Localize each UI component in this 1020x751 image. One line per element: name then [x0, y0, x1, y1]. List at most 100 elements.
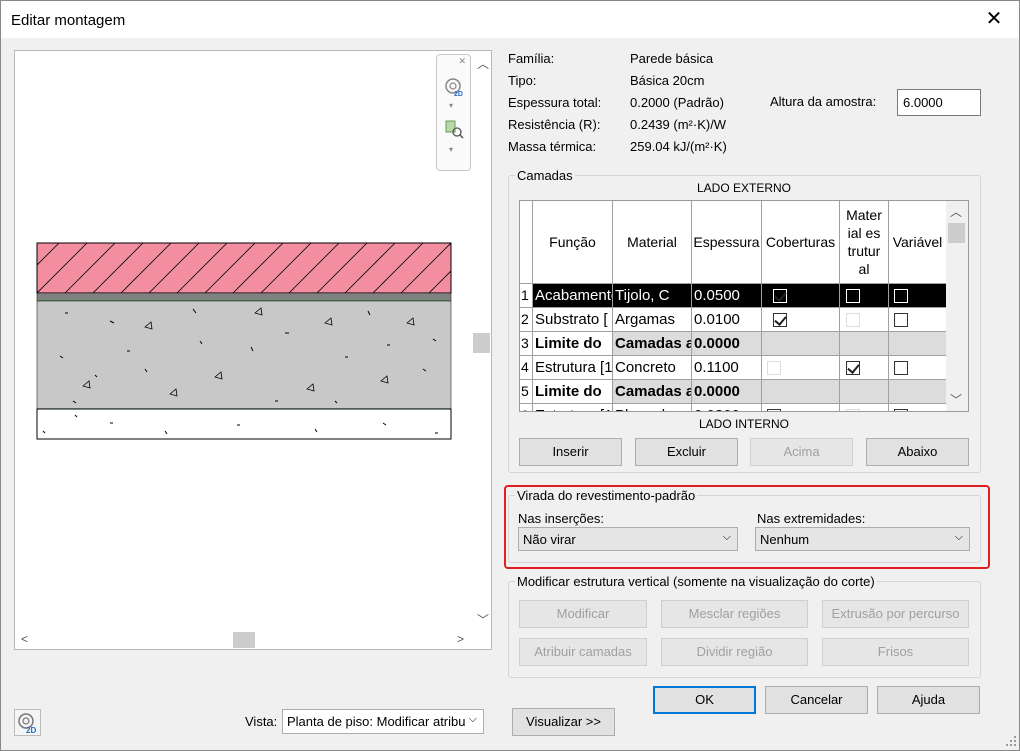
- help-button[interactable]: Ajuda: [877, 686, 980, 714]
- material-cell[interactable]: Concreto: [613, 356, 692, 380]
- function-cell[interactable]: Estrutura [1: [533, 356, 613, 380]
- scroll-thumb[interactable]: [473, 333, 490, 353]
- column-header-thickness[interactable]: Espessura: [692, 201, 762, 284]
- thickness-cell[interactable]: 0.1100: [692, 356, 762, 380]
- row-number: 5: [520, 380, 533, 404]
- resize-grip-icon[interactable]: [1005, 735, 1017, 747]
- navigation-wheel-icon[interactable]: 2D: [444, 77, 464, 97]
- structural-checkbox: [846, 409, 860, 411]
- scroll-up-icon[interactable]: ︿: [477, 55, 489, 72]
- navigation-wheel-button[interactable]: 2D: [14, 709, 41, 736]
- sample-height-input[interactable]: 6.0000: [897, 89, 981, 116]
- chevron-down-icon[interactable]: ▾: [449, 101, 453, 110]
- move-up-button[interactable]: Acima: [750, 438, 853, 466]
- merge-regions-button[interactable]: Mesclar regiões: [661, 600, 808, 628]
- column-header-function[interactable]: Função: [533, 201, 613, 284]
- scroll-thumb[interactable]: [233, 632, 255, 648]
- structural-cell: [840, 380, 889, 404]
- chevron-down-icon[interactable]: ▾: [449, 145, 453, 154]
- family-label: Família:: [508, 51, 555, 66]
- variable-checkbox[interactable]: [894, 361, 908, 375]
- view-dropdown[interactable]: Planta de piso: Modificar atribu ⌵: [282, 709, 484, 734]
- at-inserts-dropdown[interactable]: Não virar ⌵: [518, 527, 738, 551]
- scroll-down-icon[interactable]: ﹀: [477, 611, 489, 628]
- close-icon[interactable]: ✕: [983, 9, 1005, 31]
- material-cell[interactable]: Argamas: [613, 308, 692, 332]
- split-region-button[interactable]: Dividir região: [661, 638, 808, 666]
- preview-toggle-button[interactable]: Visualizar >>: [512, 708, 615, 736]
- wraps-checkbox[interactable]: [767, 409, 781, 411]
- column-header-material[interactable]: Material: [613, 201, 692, 284]
- insert-layer-button[interactable]: Inserir: [519, 438, 622, 466]
- layers-scrollbar[interactable]: ︿ ﹀: [946, 201, 968, 411]
- function-cell: Limite do: [533, 380, 613, 404]
- structural-checkbox[interactable]: [846, 361, 860, 375]
- assign-layers-button[interactable]: Atribuir camadas: [519, 638, 647, 666]
- at-ends-value: Nenhum: [760, 532, 810, 547]
- structural-cell[interactable]: [840, 284, 889, 308]
- preview-horizontal-scrollbar[interactable]: < >: [15, 631, 475, 649]
- scroll-right-icon[interactable]: >: [457, 632, 464, 646]
- thickness-cell: 0.0000: [692, 332, 762, 356]
- thickness-cell[interactable]: 0.0100: [692, 308, 762, 332]
- column-header-structural-material[interactable]: Material estrutural: [840, 201, 889, 284]
- table-row-3[interactable]: 3 Limite do Camadas a 0.0000: [520, 332, 947, 356]
- wraps-checkbox[interactable]: [773, 289, 787, 303]
- structural-cell[interactable]: [840, 356, 889, 380]
- table-row-1[interactable]: 1 Acabamento Tijolo, C 0.0500: [520, 284, 947, 308]
- wraps-cell[interactable]: [762, 356, 840, 380]
- scroll-thumb[interactable]: [948, 223, 965, 243]
- variable-cell[interactable]: [889, 404, 947, 411]
- thickness-cell[interactable]: 0.0300: [692, 404, 762, 411]
- view-label: Vista:: [245, 714, 278, 729]
- sweeps-button[interactable]: Extrusão por percurso: [822, 600, 969, 628]
- delete-layer-button[interactable]: Excluir: [635, 438, 738, 466]
- thickness-cell[interactable]: 0.0500: [692, 284, 762, 308]
- material-cell[interactable]: Placa de: [613, 404, 692, 411]
- modify-vertical-structure-label: Modificar estrutura vertical (somente na…: [515, 574, 877, 589]
- reveals-button[interactable]: Frisos: [822, 638, 969, 666]
- brick-layer: [36, 242, 452, 294]
- move-down-button[interactable]: Abaixo: [866, 438, 969, 466]
- row-number: 2: [520, 308, 533, 332]
- preview-pane[interactable]: ✕ 2D ▾ ▾ ︿ ﹀ < >: [14, 50, 492, 650]
- column-header-variable[interactable]: Variável: [889, 201, 947, 284]
- variable-checkbox[interactable]: [894, 313, 908, 327]
- mortar-layer: [36, 292, 452, 302]
- preview-vertical-scrollbar[interactable]: ︿ ﹀: [473, 51, 491, 631]
- navigation-bar: ✕ 2D ▾ ▾: [436, 54, 471, 171]
- table-row-2[interactable]: 2 Substrato [ Argamas 0.0100: [520, 308, 947, 332]
- material-cell[interactable]: Tijolo, C: [613, 284, 692, 308]
- structural-cell[interactable]: [840, 308, 889, 332]
- function-cell[interactable]: Substrato [: [533, 308, 613, 332]
- table-row-5[interactable]: 5 Limite do Camadas a 0.0000: [520, 380, 947, 404]
- function-cell[interactable]: Estrutura [1: [533, 404, 613, 411]
- variable-checkbox[interactable]: [894, 289, 908, 303]
- wraps-checkbox[interactable]: [773, 313, 787, 327]
- close-navbar-icon[interactable]: ✕: [458, 56, 466, 67]
- wraps-cell[interactable]: [762, 284, 840, 308]
- column-header-wraps[interactable]: Coberturas: [762, 201, 840, 284]
- scroll-up-icon[interactable]: ︿: [950, 203, 962, 220]
- dialog-title: Editar montagem: [11, 12, 126, 29]
- material-cell: Camadas a: [613, 380, 692, 404]
- table-row-6[interactable]: 6 Estrutura [1 Placa de 0.0300: [520, 404, 947, 411]
- function-cell[interactable]: Acabamento: [533, 284, 613, 308]
- scroll-left-icon[interactable]: <: [21, 632, 28, 646]
- wraps-cell[interactable]: [762, 404, 840, 411]
- modify-button[interactable]: Modificar: [519, 600, 647, 628]
- variable-cell[interactable]: [889, 284, 947, 308]
- table-row-4[interactable]: 4 Estrutura [1 Concreto 0.1100: [520, 356, 947, 380]
- ok-button[interactable]: OK: [653, 686, 756, 714]
- zoom-region-icon[interactable]: [444, 119, 464, 139]
- variable-cell[interactable]: [889, 356, 947, 380]
- row-number: 1: [520, 284, 533, 308]
- cancel-button[interactable]: Cancelar: [765, 686, 868, 714]
- variable-checkbox[interactable]: [894, 409, 908, 411]
- at-ends-dropdown[interactable]: Nenhum ⌵: [755, 527, 970, 551]
- structural-checkbox[interactable]: [846, 289, 860, 303]
- structural-cell[interactable]: [840, 404, 889, 411]
- variable-cell[interactable]: [889, 308, 947, 332]
- wraps-cell[interactable]: [762, 308, 840, 332]
- scroll-down-icon[interactable]: ﹀: [950, 391, 962, 408]
